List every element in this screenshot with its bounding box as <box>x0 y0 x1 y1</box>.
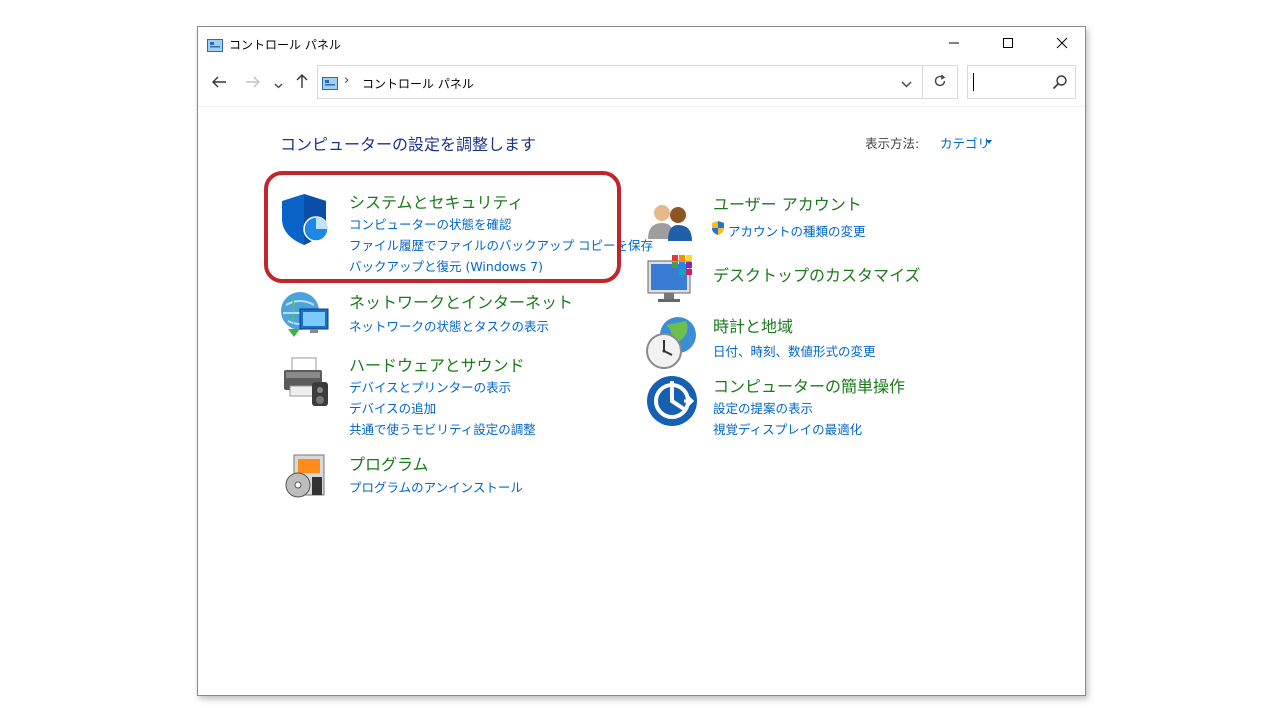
chevron-down-icon <box>901 73 912 92</box>
category-link[interactable]: ネットワークの状態とタスクの表示 <box>349 316 549 335</box>
address-bar[interactable]: › コントロール パネル <box>317 65 958 99</box>
navigation-bar: › コントロール パネル <box>198 65 1085 101</box>
address-divider <box>922 66 923 98</box>
category-link[interactable]: 設定の提案の表示 <box>713 398 813 417</box>
minimize-button[interactable] <box>931 27 977 59</box>
control-panel-icon <box>322 75 338 90</box>
category-title[interactable]: ユーザー アカウント <box>713 191 862 215</box>
page-heading: コンピューターの設定を調整します <box>280 135 537 154</box>
refresh-icon <box>933 73 947 92</box>
control-panel-window: コントロール パネル › コントロール パネル コンピューターの設定を調整します… <box>197 26 1086 696</box>
category-link[interactable]: デバイスとプリンターの表示 <box>349 377 511 396</box>
program-disc-icon <box>278 451 334 507</box>
category-title[interactable]: デスクトップのカスタマイズ <box>713 262 921 286</box>
clock-globe-icon <box>644 315 700 371</box>
arrow-up-icon <box>295 73 309 93</box>
view-by-dropdown[interactable]: カテゴリ <box>940 133 990 152</box>
text-cursor <box>973 73 974 91</box>
breadcrumb-location[interactable]: コントロール パネル <box>362 75 474 92</box>
address-dropdown-button[interactable] <box>893 66 919 98</box>
search-box[interactable] <box>967 65 1076 99</box>
refresh-button[interactable] <box>924 66 956 98</box>
breadcrumb-separator[interactable]: › <box>344 73 349 88</box>
recent-locations-button[interactable] <box>270 69 286 97</box>
arrow-right-icon <box>245 74 261 93</box>
category-title[interactable]: プログラム <box>349 451 429 475</box>
highlight-annotation <box>264 171 621 283</box>
category-link[interactable]: アカウントの種類の変更 <box>728 221 866 240</box>
users-icon <box>644 195 700 251</box>
category-title[interactable]: コンピューターの簡単操作 <box>713 373 905 397</box>
monitor-palette-icon <box>644 253 700 309</box>
control-panel-icon <box>207 37 223 52</box>
category-link[interactable]: 視覚ディスプレイの最適化 <box>713 419 862 438</box>
maximize-icon <box>1002 34 1014 53</box>
minimize-icon <box>948 34 960 53</box>
close-icon <box>1056 34 1068 53</box>
category-title[interactable]: 時計と地域 <box>713 313 793 337</box>
search-icon[interactable] <box>1052 74 1068 94</box>
chevron-down-icon <box>274 74 283 93</box>
category-link[interactable]: デバイスの追加 <box>349 398 436 417</box>
arrow-left-icon <box>211 74 227 93</box>
category-title[interactable]: ハードウェアとサウンド <box>349 352 525 376</box>
ease-of-access-icon <box>644 373 700 429</box>
category-link[interactable]: 共通で使うモビリティ設定の調整 <box>349 419 536 438</box>
maximize-button[interactable] <box>985 27 1031 59</box>
category-link[interactable]: 日付、時刻、数値形式の変更 <box>713 341 876 360</box>
dropdown-arrow-icon[interactable] <box>986 140 992 144</box>
view-by-label: 表示方法: <box>865 136 920 151</box>
category-title[interactable]: ネットワークとインターネット <box>349 289 573 313</box>
window-title: コントロール パネル <box>229 38 341 52</box>
up-button[interactable] <box>290 69 314 97</box>
close-button[interactable] <box>1039 27 1085 59</box>
printer-icon <box>278 354 334 410</box>
uac-shield-icon <box>710 220 726 240</box>
network-icon <box>278 289 334 345</box>
title-bar: コントロール パネル <box>198 27 1085 61</box>
category-link[interactable]: プログラムのアンインストール <box>349 477 523 496</box>
forward-button[interactable] <box>240 69 266 97</box>
back-button[interactable] <box>206 69 232 97</box>
divider <box>198 106 1085 107</box>
